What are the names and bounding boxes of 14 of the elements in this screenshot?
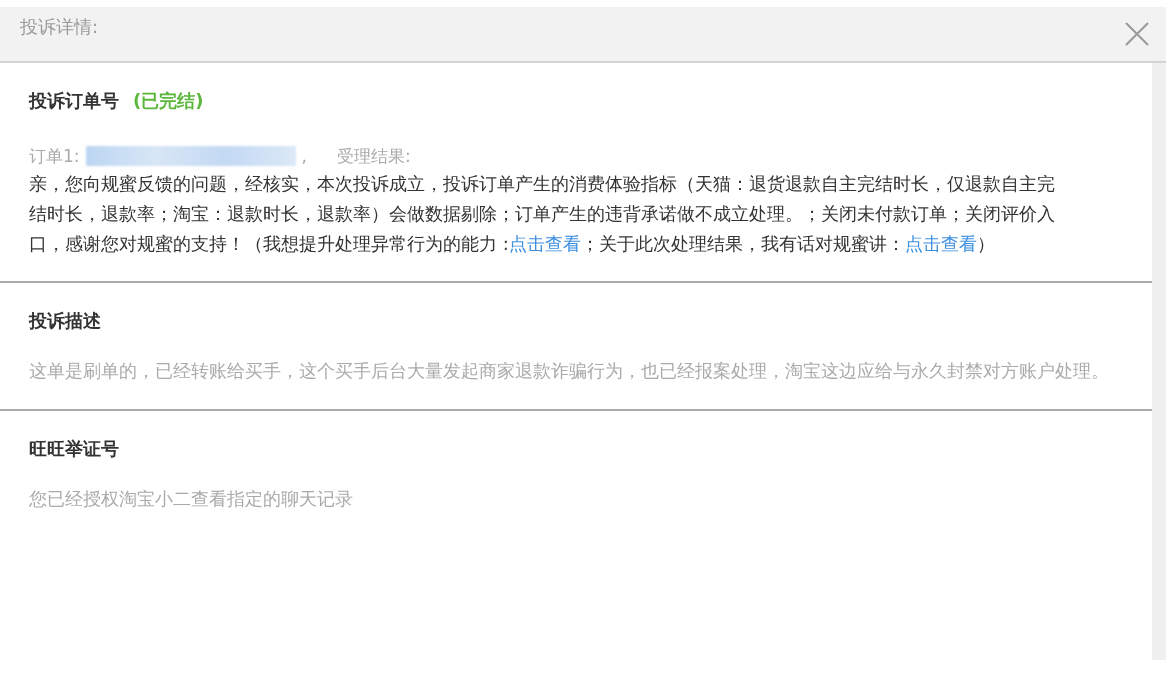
scrollbar[interactable] bbox=[1152, 63, 1166, 660]
dialog-title: 投诉详情: bbox=[20, 15, 99, 39]
view-link[interactable]: 点击查看 bbox=[904, 233, 977, 254]
section-heading: 投诉描述 bbox=[29, 309, 101, 333]
status-label: (已完结) bbox=[133, 89, 204, 113]
result-label: 受理结果: bbox=[336, 144, 411, 168]
separator-text: , bbox=[301, 146, 307, 166]
section-text: 这单是刷单的，已经转账给买手，这个买手后台大量发起商家退款诈骗行为，也已经报案处理，淘宝这边应给与永久封禁对方账户处理。 bbox=[29, 359, 1110, 383]
section-heading: 投诉订单号 bbox=[29, 89, 119, 113]
section-heading: 旺旺举证号 bbox=[29, 437, 119, 461]
order-label: 订单1: bbox=[29, 144, 80, 168]
view-link[interactable]: 点击查看 bbox=[508, 233, 581, 254]
result-text: 亲，您向规蜜反馈的问题，经核实，本次投诉成立，投诉订单产生的消费体验指标（天猫：退货退款自主完结时长，仅退款自主完结时长，退款率；淘宝：退款时长，退款率）会做数据剔除；订单产生的违背承诺做不成立处理。；关闭未付款订单；关闭评价入口，感谢您对规蜜的支持！（我想提升处理异常行为的能力 :点击查看；关于此次处理结果，我有话对规蜜讲：点击查看） bbox=[29, 172, 1056, 256]
section-text: 您已经授权淘宝小二查看指定的聊天记录 bbox=[29, 487, 354, 511]
